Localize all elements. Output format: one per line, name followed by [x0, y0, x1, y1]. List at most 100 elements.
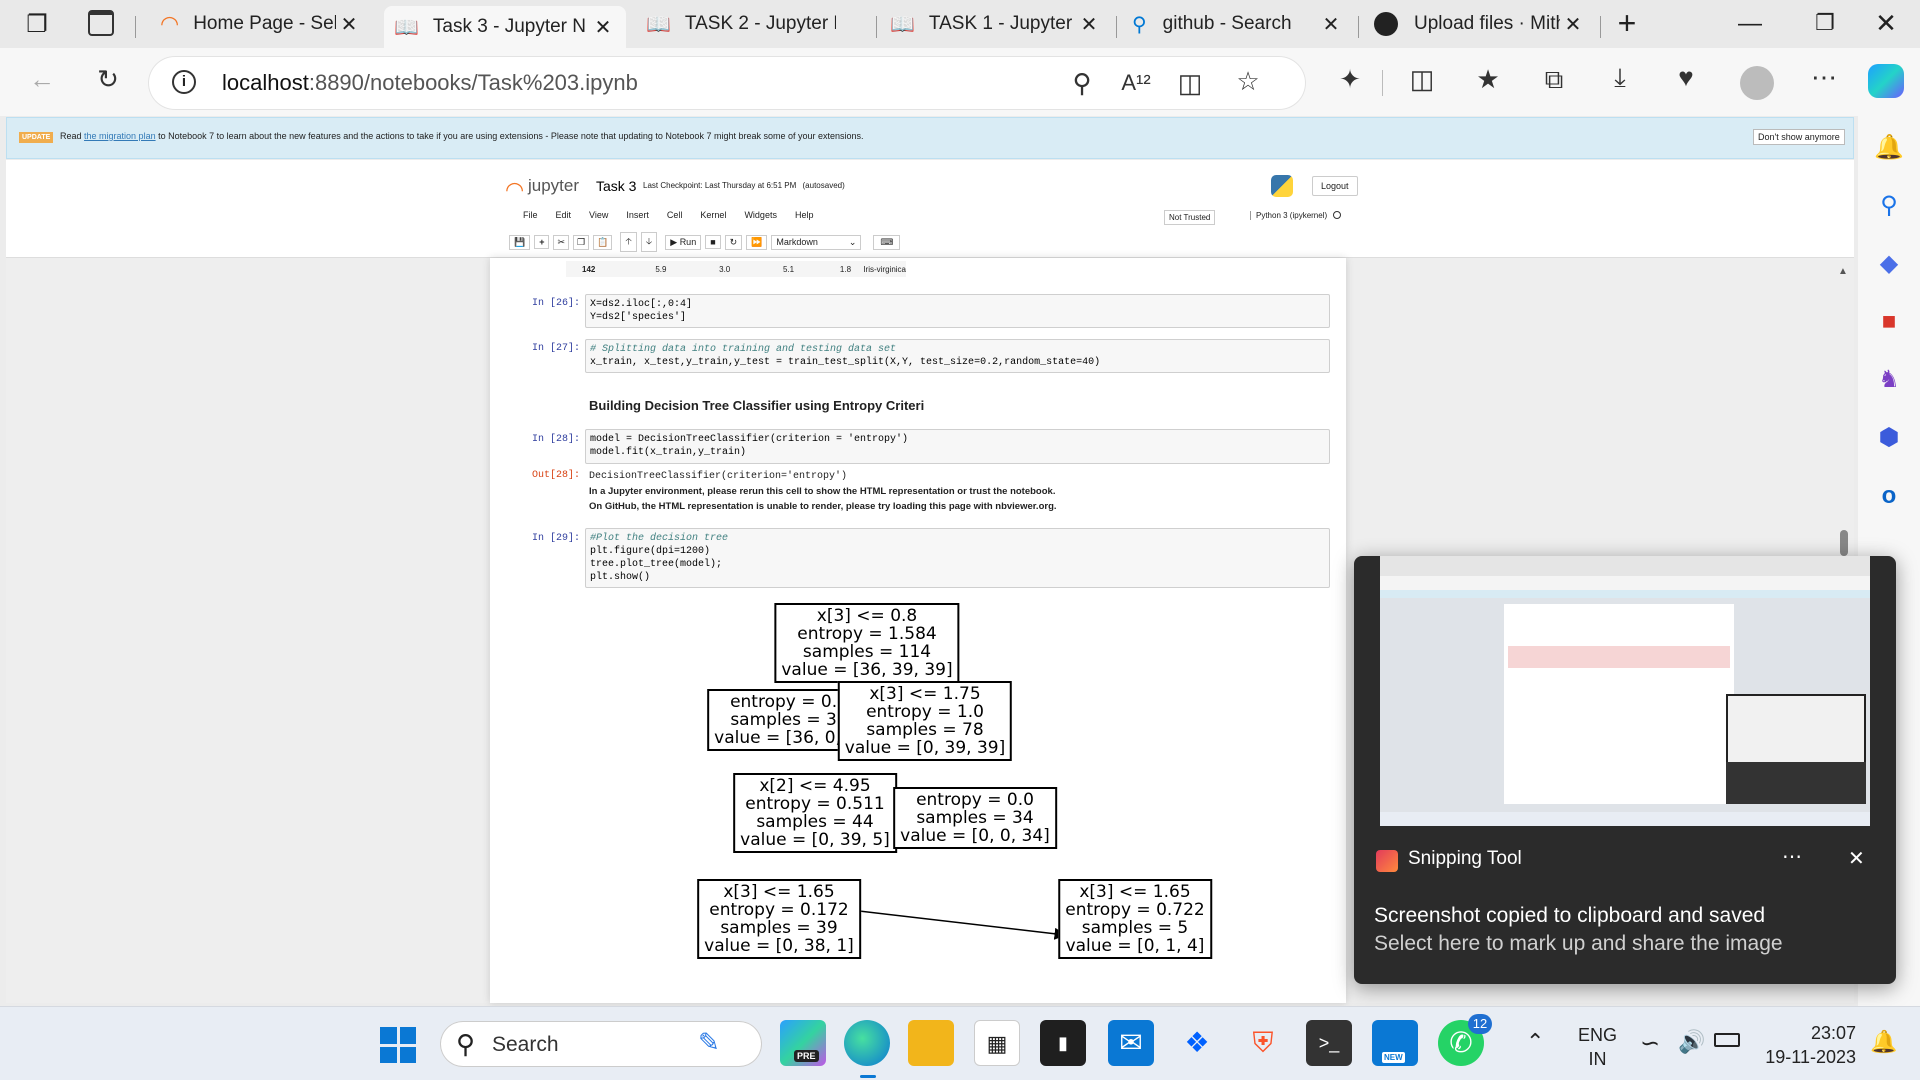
notification-center-icon[interactable]: 🔔 [1870, 1029, 1897, 1055]
close-icon[interactable]: ✕ [1560, 12, 1586, 37]
games-icon[interactable]: ♞ [1871, 362, 1907, 398]
restart-icon[interactable]: ↻ [724, 234, 743, 250]
wifi-icon[interactable]: ∽ [1640, 1029, 1660, 1058]
insert-cell-icon[interactable]: + [534, 235, 550, 249]
close-icon[interactable]: ✕ [1076, 12, 1102, 37]
brave-icon[interactable]: ⛨ [1240, 1020, 1286, 1066]
menu-insert[interactable]: Insert [617, 210, 658, 228]
close-icon[interactable]: ✕ [590, 15, 616, 40]
new-tab-button[interactable]: + [1610, 6, 1644, 40]
terminal-icon[interactable]: ▮ [1040, 1020, 1086, 1066]
menu-help[interactable]: Help [786, 210, 823, 228]
battery-icon[interactable] [1714, 1033, 1740, 1047]
jupyter-brand[interactable]: jupyter [528, 176, 579, 196]
start-button[interactable] [380, 1027, 416, 1063]
tools-icon[interactable]: ■ [1871, 304, 1907, 340]
more-options-icon[interactable]: ⋯ [1782, 844, 1802, 869]
menu-file[interactable]: File [514, 210, 547, 228]
outlook-new-icon[interactable]: NEW [1372, 1020, 1418, 1066]
menu-edit[interactable]: Edit [547, 210, 581, 228]
code-cell-27[interactable]: # Splitting data into training and testi… [585, 339, 1330, 373]
code-cell-28[interactable]: model = DecisionTreeClassifier(criterion… [585, 429, 1330, 464]
kernel-name[interactable]: Python 3 (ipykernel) [1250, 211, 1342, 220]
url-text[interactable]: localhost:8890/notebooks/Task%203.ipynb [222, 70, 638, 96]
tab-actions-icon[interactable] [88, 10, 114, 36]
tab-upload-files[interactable]: Upload files · Mith ✕ [1364, 6, 1596, 42]
cut-icon[interactable]: ✂ [553, 234, 570, 250]
cell-type-select[interactable]: Markdown ⌄ [771, 234, 862, 250]
dropbox-icon[interactable]: ❖ [1174, 1020, 1220, 1066]
language-indicator[interactable]: ENG IN [1578, 1023, 1617, 1071]
run-button[interactable]: ▶ Run [665, 234, 702, 250]
tab-task-2[interactable]: 📖 TASK 2 - Jupyter N ✕ [636, 6, 872, 42]
shopping-icon[interactable]: ◆ [1871, 246, 1907, 282]
scroll-thumb[interactable] [1840, 530, 1848, 556]
edge-taskbar-icon[interactable] [844, 1020, 890, 1066]
tab-github-search[interactable]: ⚲ github - Search ✕ [1122, 6, 1354, 42]
favorites-icon[interactable]: ★ [1470, 64, 1506, 95]
whatsapp-icon[interactable]: ✆ 12 [1438, 1014, 1492, 1066]
code-cell-29[interactable]: #Plot the decision tree plt.figure(dpi=1… [585, 528, 1330, 588]
minimize-button[interactable]: — [1730, 10, 1770, 38]
refresh-icon[interactable]: ↻ [90, 64, 126, 95]
mail-icon[interactable]: ✉ [1108, 1020, 1154, 1066]
taskbar-search-box[interactable]: ⚲ Search ✎ [440, 1021, 762, 1067]
clock[interactable]: 23:07 19-11-2023 [1756, 1021, 1856, 1069]
menu-cell[interactable]: Cell [658, 210, 692, 228]
move-up-icon[interactable]: 🡡 [620, 232, 637, 252]
menu-view[interactable]: View [580, 210, 617, 228]
collections-icon[interactable]: ⧉ [1536, 64, 1572, 96]
zoom-icon[interactable]: ⚲ [1064, 68, 1100, 99]
move-down-icon[interactable]: 🡣 [640, 232, 658, 252]
interrupt-icon[interactable]: ■ [705, 235, 721, 249]
favorite-star-icon[interactable]: ☆ [1230, 66, 1266, 97]
screenshot-thumbnail[interactable] [1380, 556, 1870, 826]
scroll-up-icon[interactable]: ▲ [1838, 266, 1848, 277]
info-icon[interactable]: i [172, 70, 196, 94]
menu-widgets[interactable]: Widgets [735, 210, 786, 228]
back-icon[interactable]: ← [24, 64, 60, 95]
dont-show-anymore-button[interactable]: Don't show anymore [1753, 129, 1845, 145]
more-options-icon[interactable]: ⋯ [1806, 62, 1842, 93]
browser-essentials-icon[interactable]: ♥ [1668, 62, 1704, 93]
tab-home-page[interactable]: ◠ Home Page - Selec ✕ [150, 6, 372, 42]
paste-icon[interactable]: 📋 [593, 234, 613, 250]
read-aloud-icon[interactable]: A¹² [1118, 70, 1154, 96]
restart-run-all-icon[interactable]: ⏩ [746, 234, 768, 250]
microsoft-365-icon[interactable]: ⬢ [1871, 420, 1907, 456]
copilot-taskbar-icon[interactable]: PRE [780, 1020, 826, 1066]
close-icon[interactable]: ✕ [1848, 846, 1865, 871]
keyboard-icon[interactable]: ⌨ [873, 234, 901, 250]
not-trusted-indicator[interactable]: Not Trusted [1164, 210, 1216, 225]
save-icon[interactable]: 💾 [509, 234, 531, 250]
extensions-icon[interactable]: ✦ [1332, 64, 1368, 95]
copilot-icon[interactable] [1868, 64, 1904, 98]
menu-kernel[interactable]: Kernel [691, 210, 735, 228]
close-icon[interactable]: ✕ [1318, 12, 1344, 37]
command-prompt-icon[interactable]: >_ [1306, 1020, 1352, 1066]
code-cell-26[interactable]: X=ds2.iloc[:,0:4] Y=ds2['species'] [585, 294, 1330, 328]
file-explorer-icon[interactable] [908, 1020, 954, 1066]
logout-button[interactable]: Logout [1312, 176, 1358, 196]
outlook-icon[interactable]: o [1871, 478, 1907, 514]
microsoft-store-icon[interactable]: ▦ [974, 1020, 1020, 1066]
tab-task-3[interactable]: 📖 Task 3 - Jupyter N ✕ [384, 6, 626, 48]
close-icon[interactable]: ✕ [336, 12, 362, 37]
migration-plan-link[interactable]: the migration plan [84, 131, 156, 141]
notebook-title[interactable]: Task 3 [596, 178, 636, 194]
restore-button[interactable]: ❐ [1805, 10, 1845, 38]
split-screen-icon[interactable]: ◫ [1404, 64, 1440, 95]
close-window-button[interactable]: ✕ [1866, 8, 1906, 38]
tab-task-1[interactable]: 📖 TASK 1 - Jupyter N ✕ [880, 6, 1112, 42]
search-icon[interactable]: ⚲ [1871, 188, 1907, 224]
profile-avatar[interactable] [1740, 66, 1774, 100]
show-hidden-icons[interactable]: ⌃ [1526, 1029, 1544, 1055]
address-bar[interactable]: i localhost:8890/notebooks/Task%203.ipyn… [148, 56, 1306, 110]
workspaces-icon[interactable]: ❐ [22, 10, 52, 40]
copy-icon[interactable]: ❐ [573, 234, 590, 250]
immersive-reader-icon[interactable]: ◫ [1172, 68, 1208, 99]
volume-icon[interactable]: 🔊 [1678, 1029, 1705, 1055]
downloads-icon[interactable]: ⤓ [1602, 62, 1638, 94]
snipping-tool-notification[interactable]: Snipping Tool ⋯ ✕ Screenshot copied to c… [1354, 556, 1896, 984]
notifications-icon[interactable]: 🔔 [1871, 130, 1907, 166]
